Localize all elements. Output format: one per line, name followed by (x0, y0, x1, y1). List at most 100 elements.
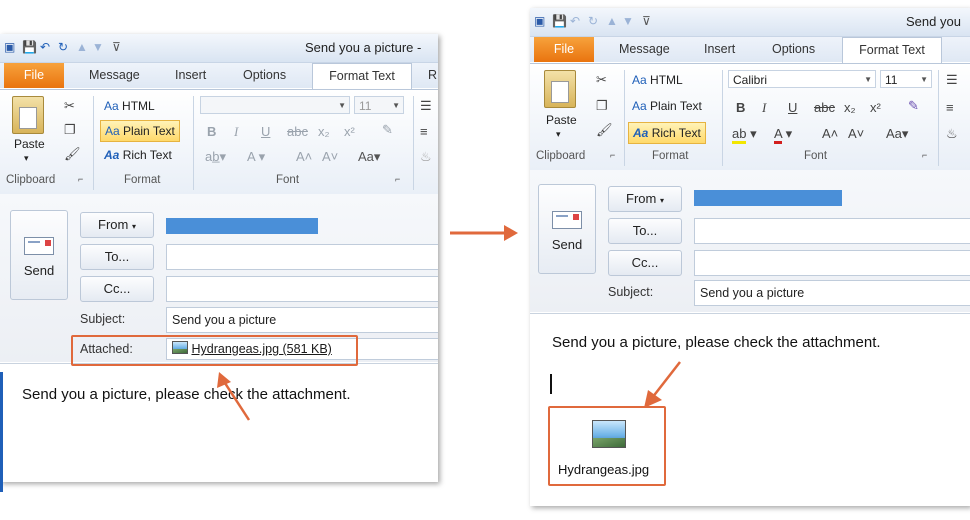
clipboard-launcher-icon[interactable]: ⌐ (78, 174, 83, 184)
inline-image-highlight-box (548, 406, 666, 486)
font-launcher-icon[interactable]: ⌐ (395, 174, 400, 184)
tab-file[interactable]: File (4, 63, 64, 88)
to-field[interactable] (694, 218, 970, 244)
superscript-button[interactable]: x² (870, 98, 881, 118)
change-case-button[interactable]: Aa▾ (886, 124, 908, 144)
tab-options[interactable]: Options (772, 37, 815, 62)
from-button[interactable]: From ▾ (80, 212, 154, 238)
tab-message[interactable]: Message (89, 63, 140, 88)
font-name-combo[interactable]: ▼ (200, 96, 350, 114)
save-icon[interactable]: 💾 (552, 14, 567, 28)
shrink-font-button[interactable]: A˅ (848, 124, 864, 144)
font-size-combo[interactable]: 11 ▼ (880, 70, 932, 88)
down-icon[interactable]: ▼ (622, 14, 634, 28)
grow-font-button[interactable]: A˄ (296, 147, 312, 167)
font-launcher-icon[interactable]: ⌐ (922, 150, 927, 160)
clear-format-icon[interactable]: ✎ (908, 96, 919, 116)
cc-button[interactable]: Cc... (80, 276, 154, 302)
clear-format-icon[interactable]: ✎ (382, 120, 393, 140)
styles-icon[interactable]: ♨ (420, 147, 432, 167)
tab-overflow[interactable]: R (428, 63, 437, 88)
cut-icon[interactable]: ✂ (596, 70, 607, 90)
rich-text-format-button[interactable]: Aa Rich Text (628, 122, 706, 144)
styles-icon[interactable]: ♨ (946, 124, 958, 144)
copy-icon[interactable]: ❐ (596, 96, 608, 116)
paste-button[interactable]: Paste (546, 110, 577, 130)
highlight-icon[interactable]: ab̲▾ (205, 147, 226, 167)
cut-icon[interactable]: ✂ (64, 96, 75, 116)
subscript-button[interactable]: x₂ (844, 98, 856, 118)
plain-text-format-button[interactable]: Aa Plain Text (100, 120, 180, 142)
undo-icon[interactable]: ↶ (570, 14, 580, 28)
strikethrough-button[interactable]: abc (814, 98, 835, 118)
font-size-combo[interactable]: 11 ▼ (354, 96, 404, 114)
subject-field[interactable]: Send you a picture (694, 280, 970, 306)
copy-icon[interactable]: ❐ (64, 120, 76, 140)
down-icon[interactable]: ▼ (92, 40, 104, 54)
send-button[interactable]: Send (538, 184, 596, 274)
font-group-label: Font (804, 150, 828, 162)
clipboard-group-label: Clipboard (536, 150, 586, 162)
redo-icon[interactable]: ↻ (58, 40, 68, 54)
bullets-icon[interactable]: ☰ (420, 96, 432, 116)
redo-icon[interactable]: ↻ (588, 14, 598, 28)
cc-button[interactable]: Cc... (608, 250, 682, 276)
from-account-field[interactable] (694, 190, 842, 206)
format-painter-icon[interactable]: 🖌 (64, 144, 81, 164)
bold-button[interactable]: B (736, 98, 745, 118)
tab-insert[interactable]: Insert (175, 63, 206, 88)
underline-button[interactable]: U (788, 98, 797, 118)
tab-file[interactable]: File (534, 37, 594, 62)
html-format-button[interactable]: Aa HTML (632, 70, 683, 90)
bullets-icon[interactable]: ☰ (946, 70, 958, 90)
tab-insert[interactable]: Insert (704, 37, 735, 62)
tab-message[interactable]: Message (619, 37, 670, 62)
tab-options[interactable]: Options (243, 63, 286, 88)
customize-icon[interactable]: ⊽ (112, 40, 121, 54)
undo-icon[interactable]: ↶ (40, 40, 50, 54)
font-color-button[interactable]: A ▾ (247, 147, 265, 167)
highlight-button[interactable]: ab ▾ (732, 124, 757, 144)
send-button[interactable]: Send (10, 210, 68, 300)
font-color-button[interactable]: A ▾ (774, 124, 792, 144)
bold-button[interactable]: B (207, 122, 216, 142)
left-outlook-window: ▣ 💾 ↶ ↻ ▲ ▼ ⊽ Send you a picture - File … (0, 34, 438, 482)
format-group-label: Format (124, 174, 161, 186)
from-button[interactable]: From ▾ (608, 186, 682, 212)
cc-field[interactable] (166, 276, 438, 302)
underline-button[interactable]: U (261, 122, 270, 142)
align-icon[interactable]: ≡ (420, 122, 428, 142)
rich-text-format-button[interactable]: Aa Rich Text (104, 145, 172, 165)
html-format-button[interactable]: Aa HTML (104, 96, 155, 116)
paste-icon[interactable] (12, 96, 44, 134)
italic-button[interactable]: I (762, 98, 766, 118)
up-icon[interactable]: ▲ (76, 40, 88, 54)
paste-icon[interactable] (544, 70, 576, 108)
shrink-font-button[interactable]: A˅ (322, 147, 338, 167)
strikethrough-button[interactable]: abc (287, 122, 308, 142)
font-name-combo[interactable]: Calibri ▼ (728, 70, 876, 88)
paste-button[interactable]: Paste (14, 134, 45, 154)
tab-format-text[interactable]: Format Text (312, 63, 412, 90)
from-account-field[interactable] (166, 218, 318, 234)
cc-field[interactable] (694, 250, 970, 276)
format-painter-icon[interactable]: 🖌 (596, 120, 613, 140)
paste-dropdown-icon[interactable]: ▾ (24, 148, 29, 168)
change-case-button[interactable]: Aa▾ (358, 147, 380, 167)
align-icon[interactable]: ≡ (946, 98, 954, 118)
customize-icon[interactable]: ⊽ (642, 14, 651, 28)
to-field[interactable] (166, 244, 438, 270)
superscript-button[interactable]: x² (344, 122, 355, 142)
plain-text-format-button[interactable]: Aa Plain Text (632, 96, 702, 116)
tab-format-text[interactable]: Format Text (842, 37, 942, 64)
paste-dropdown-icon[interactable]: ▾ (556, 124, 561, 144)
subscript-button[interactable]: x₂ (318, 122, 330, 142)
save-icon[interactable]: 💾 (22, 40, 37, 54)
to-button[interactable]: To... (608, 218, 682, 244)
grow-font-button[interactable]: A˄ (822, 124, 838, 144)
to-button[interactable]: To... (80, 244, 154, 270)
up-icon[interactable]: ▲ (606, 14, 618, 28)
italic-button[interactable]: I (234, 122, 238, 142)
clipboard-launcher-icon[interactable]: ⌐ (610, 150, 615, 160)
subject-field[interactable]: Send you a picture (166, 307, 438, 333)
